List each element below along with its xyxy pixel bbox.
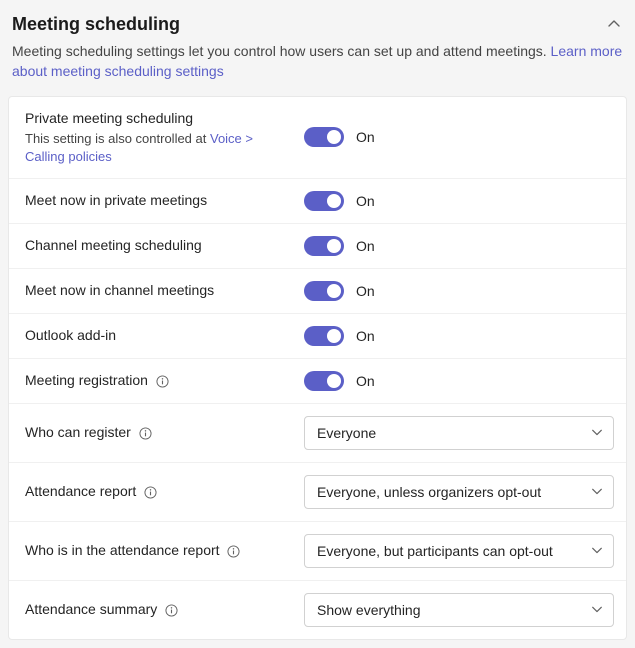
label-private-meeting-scheduling: Private meeting scheduling [25, 109, 294, 128]
meeting-scheduling-panel: Meeting scheduling Meeting scheduling se… [0, 0, 635, 640]
row-meet-now-private: Meet now in private meetings On [9, 179, 626, 224]
description-text: Meeting scheduling settings let you cont… [12, 43, 551, 59]
section-title: Meeting scheduling [12, 14, 180, 35]
select-who-can-register[interactable]: Everyone [304, 416, 614, 450]
toggle-state-channel-scheduling: On [356, 238, 375, 254]
info-icon[interactable] [156, 375, 169, 388]
info-icon[interactable] [144, 486, 157, 499]
row-attendance-report: Attendance report Everyone, unless organ… [9, 463, 626, 522]
toggle-state-outlook-addin: On [356, 328, 375, 344]
row-meeting-registration: Meeting registration On [9, 359, 626, 404]
row-outlook-addin: Outlook add-in On [9, 314, 626, 359]
row-meet-now-channel: Meet now in channel meetings On [9, 269, 626, 314]
toggle-state-private-meeting-scheduling: On [356, 129, 375, 145]
row-private-meeting-scheduling: Private meeting scheduling This setting … [9, 97, 626, 179]
row-who-in-report: Who is in the attendance report Everyone… [9, 522, 626, 581]
row-channel-scheduling: Channel meeting scheduling On [9, 224, 626, 269]
info-icon[interactable] [227, 545, 240, 558]
settings-card: Private meeting scheduling This setting … [8, 96, 627, 640]
select-value-attendance-report: Everyone, unless organizers opt-out [317, 484, 541, 500]
chevron-up-icon [607, 17, 623, 33]
toggle-channel-scheduling[interactable] [304, 236, 344, 256]
chevron-down-icon [591, 484, 603, 500]
toggle-state-meeting-registration: On [356, 373, 375, 389]
section-description: Meeting scheduling settings let you cont… [0, 39, 635, 96]
select-value-who-can-register: Everyone [317, 425, 376, 441]
toggle-private-meeting-scheduling[interactable] [304, 127, 344, 147]
select-who-in-report[interactable]: Everyone, but participants can opt-out [304, 534, 614, 568]
label-outlook-addin: Outlook add-in [25, 327, 116, 343]
toggle-meet-now-private[interactable] [304, 191, 344, 211]
section-header[interactable]: Meeting scheduling [0, 0, 635, 39]
label-meet-now-channel: Meet now in channel meetings [25, 282, 214, 298]
toggle-outlook-addin[interactable] [304, 326, 344, 346]
info-icon[interactable] [165, 604, 178, 617]
label-channel-scheduling: Channel meeting scheduling [25, 237, 202, 253]
row-attendance-summary: Attendance summary Show everything [9, 581, 626, 639]
toggle-state-meet-now-channel: On [356, 283, 375, 299]
toggle-meet-now-channel[interactable] [304, 281, 344, 301]
chevron-down-icon [591, 425, 603, 441]
toggle-meeting-registration[interactable] [304, 371, 344, 391]
label-who-in-report: Who is in the attendance report [25, 542, 220, 558]
label-attendance-report: Attendance report [25, 483, 136, 499]
chevron-down-icon [591, 602, 603, 618]
select-attendance-report[interactable]: Everyone, unless organizers opt-out [304, 475, 614, 509]
select-attendance-summary[interactable]: Show everything [304, 593, 614, 627]
info-icon[interactable] [139, 427, 152, 440]
chevron-down-icon [591, 543, 603, 559]
toggle-state-meet-now-private: On [356, 193, 375, 209]
label-who-can-register: Who can register [25, 424, 131, 440]
row-who-can-register: Who can register Everyone [9, 404, 626, 463]
label-meet-now-private: Meet now in private meetings [25, 192, 207, 208]
label-attendance-summary: Attendance summary [25, 601, 157, 617]
select-value-who-in-report: Everyone, but participants can opt-out [317, 543, 553, 559]
select-value-attendance-summary: Show everything [317, 602, 421, 618]
subtext-private-meeting-scheduling: This setting is also controlled at Voice… [25, 130, 294, 165]
label-meeting-registration: Meeting registration [25, 372, 148, 388]
